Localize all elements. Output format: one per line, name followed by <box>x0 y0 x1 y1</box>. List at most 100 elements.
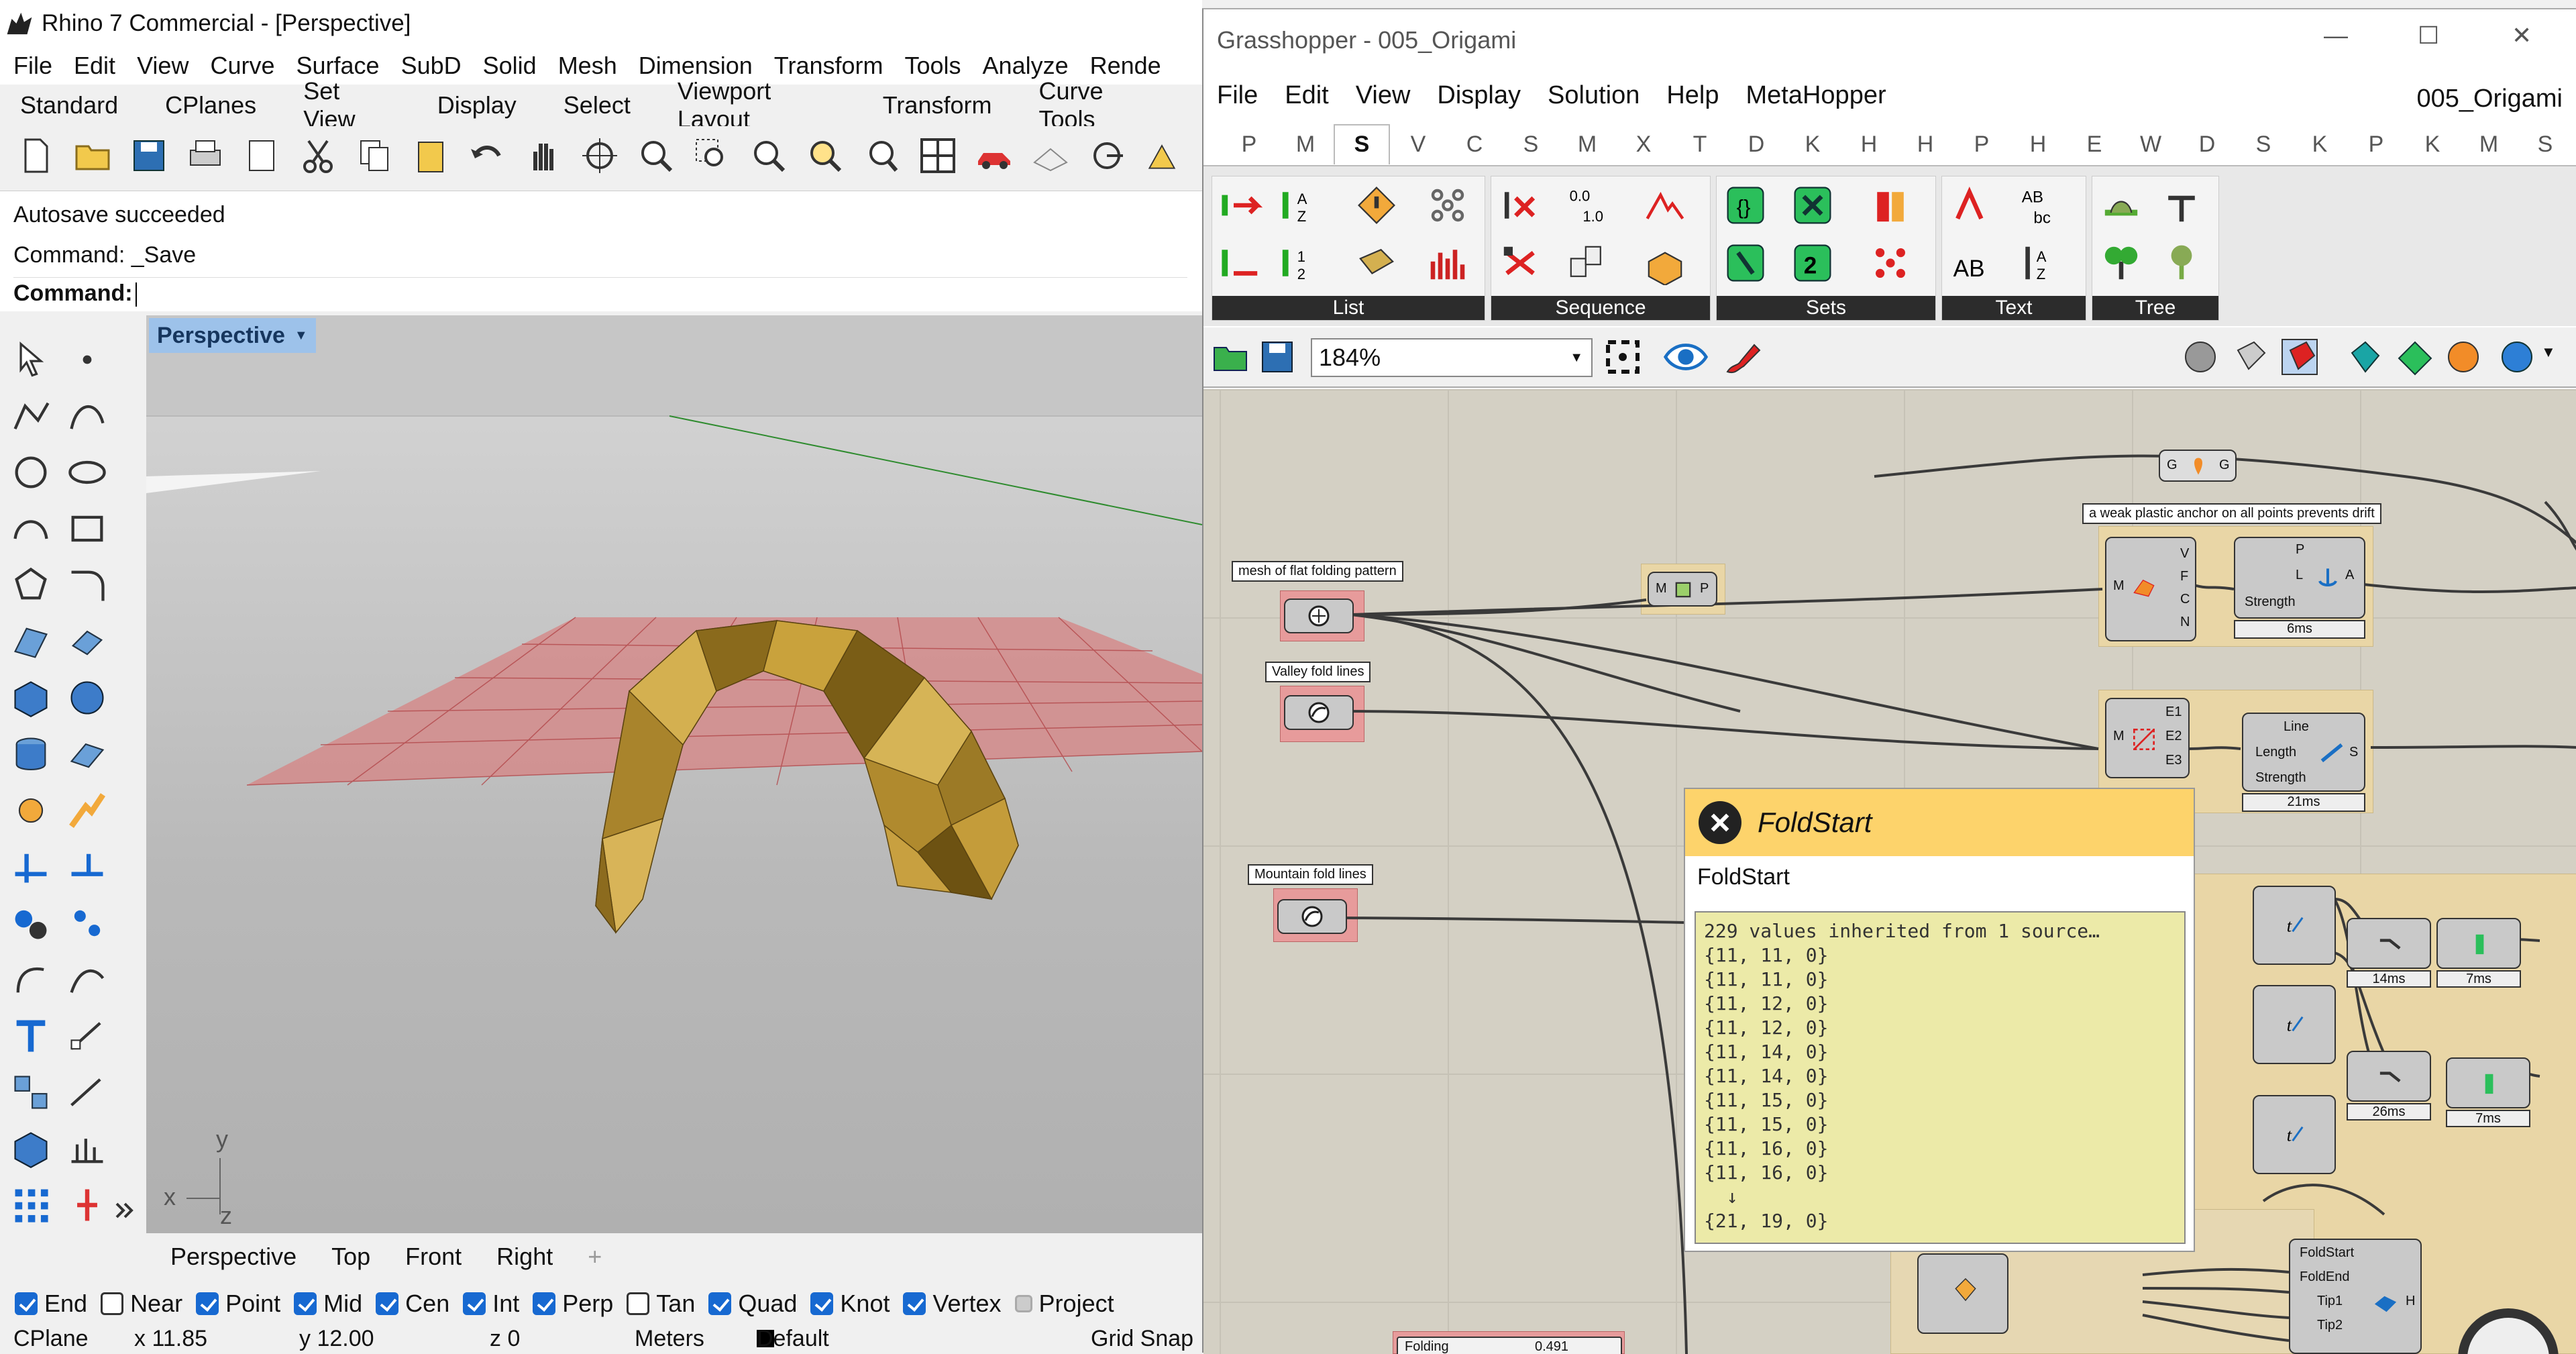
gh-tab[interactable]: S <box>2517 132 2573 158</box>
port-e1[interactable]: E1 <box>2165 705 2182 720</box>
fold-angle-component-2[interactable]: t <box>2253 985 2336 1064</box>
bake-icon[interactable] <box>2344 337 2384 377</box>
osnap-point[interactable]: Point <box>196 1290 280 1318</box>
open-file-icon[interactable] <box>1210 337 1250 377</box>
port-strength[interactable]: Strength <box>2255 770 2306 786</box>
tab-front[interactable]: Front <box>405 1243 462 1271</box>
menu-curve[interactable]: Curve <box>210 52 274 80</box>
point-icon[interactable] <box>66 338 109 381</box>
port-tip2[interactable]: Tip2 <box>2317 1318 2343 1333</box>
dispatch-icon[interactable] <box>1426 183 1470 227</box>
port-e3[interactable]: E3 <box>2165 753 2182 768</box>
curve-icon[interactable] <box>66 395 109 437</box>
sidebar-more-icon[interactable] <box>111 1189 138 1232</box>
polyline-icon[interactable] <box>9 395 52 437</box>
menu-analyze[interactable]: Analyze <box>983 52 1069 80</box>
mesh-input-component[interactable] <box>1917 1253 2008 1334</box>
group-icon[interactable] <box>9 902 52 945</box>
zoom-extents-icon[interactable] <box>749 136 789 176</box>
osnap-int[interactable]: Int <box>463 1290 519 1318</box>
gh-tab[interactable]: D <box>1728 132 1784 158</box>
hinge-goal-1[interactable] <box>2436 918 2521 969</box>
menu-mesh[interactable]: Mesh <box>558 52 617 80</box>
anchor-goal-component[interactable]: P L Strength A <box>2234 537 2365 619</box>
circle-icon[interactable] <box>9 451 52 494</box>
open-folder-icon[interactable] <box>72 136 113 176</box>
osnap-cen[interactable]: Cen <box>376 1290 449 1318</box>
checkbox-int[interactable] <box>463 1292 486 1315</box>
sort-text-icon[interactable]: AZ <box>2016 241 2060 285</box>
rectangle-icon[interactable] <box>66 507 109 550</box>
tab-transform[interactable]: Transform <box>883 91 992 119</box>
tab-standard[interactable]: Standard <box>20 91 118 119</box>
tooltip-close-icon[interactable] <box>1699 801 1741 844</box>
fillet-icon[interactable] <box>66 564 109 607</box>
viewport-menu-chevron-icon[interactable]: ▼ <box>294 328 308 344</box>
osnap-project[interactable]: Project <box>1014 1290 1114 1318</box>
gh-tab-sets-selected[interactable]: S <box>1334 124 1390 164</box>
osnap-tan[interactable]: Tan <box>627 1290 695 1318</box>
hinge-goal-2[interactable] <box>2446 1057 2530 1108</box>
shift-list-icon[interactable] <box>1354 183 1399 227</box>
port-line[interactable]: Line <box>2284 719 2309 735</box>
checkbox-project[interactable] <box>1014 1295 1032 1312</box>
trim-tree-icon[interactable] <box>2159 241 2204 285</box>
sort-list-icon[interactable]: AZ <box>1277 183 1321 227</box>
carthesian-icon[interactable] <box>1868 241 1913 285</box>
text-icon[interactable] <box>9 1014 52 1057</box>
menu-view[interactable]: View <box>137 52 189 80</box>
dot-grid-icon[interactable] <box>9 1184 52 1227</box>
display-sphere-icon[interactable] <box>2497 337 2537 377</box>
save-file-icon[interactable] <box>1257 337 1297 377</box>
select-arrow-icon[interactable] <box>9 338 52 381</box>
status-layer[interactable]: Default <box>757 1326 829 1351</box>
tab-cplanes[interactable]: CPlanes <box>165 91 256 119</box>
menu-file[interactable]: File <box>13 52 52 80</box>
dimension-icon[interactable] <box>66 1014 109 1057</box>
gh-menu-display[interactable]: Display <box>1437 81 1521 110</box>
car-render-icon[interactable] <box>974 136 1014 176</box>
preview-eye-icon[interactable] <box>1662 338 1709 376</box>
folding-solver-component[interactable]: FoldStart FoldEnd Tip1 Tip2 H <box>2289 1239 2422 1354</box>
print-icon[interactable] <box>185 136 225 176</box>
gh-tab[interactable]: P <box>2348 132 2404 158</box>
graft-tree-icon[interactable] <box>2159 183 2204 227</box>
tab-viewport-layout[interactable]: Viewport Layout <box>678 77 836 134</box>
port-p[interactable]: P <box>2296 542 2304 558</box>
cut-icon[interactable] <box>298 136 338 176</box>
checkbox-quad[interactable] <box>708 1292 732 1315</box>
gh-tab[interactable]: T <box>1672 132 1728 158</box>
tab-display[interactable]: Display <box>437 91 517 119</box>
minimize-icon[interactable]: — <box>2324 21 2348 50</box>
polygon-icon[interactable] <box>9 564 52 607</box>
checkbox-near[interactable] <box>101 1292 124 1315</box>
port-m[interactable]: M <box>2113 578 2125 594</box>
gh-tab[interactable]: S <box>1503 132 1559 158</box>
port-m[interactable]: M <box>2113 729 2125 744</box>
zoom-selected-icon[interactable] <box>805 136 845 176</box>
gh-document-name[interactable]: 005_Origami <box>2416 85 2563 113</box>
text-case-icon[interactable]: AB bc <box>2016 183 2060 227</box>
replace-items-icon[interactable] <box>1354 241 1399 285</box>
command-prompt[interactable]: Command: <box>13 277 1187 309</box>
gh-tab[interactable]: H <box>1841 132 1897 158</box>
create-set-icon[interactable]: {} <box>1723 183 1768 227</box>
copy-icon[interactable] <box>354 136 394 176</box>
port-g-out[interactable]: G <box>2219 458 2230 473</box>
list-length-icon[interactable] <box>1219 241 1263 285</box>
range-icon[interactable]: 0.01.0 <box>1565 183 1609 227</box>
reverse-list-icon[interactable]: 12 <box>1277 241 1321 285</box>
gh-menu-edit[interactable]: Edit <box>1285 81 1328 110</box>
cylinder-icon[interactable] <box>9 733 52 776</box>
preview-wireframe-icon[interactable] <box>2180 337 2220 377</box>
preview-selected-icon[interactable] <box>2279 337 2320 377</box>
osnap-mid[interactable]: Mid <box>294 1290 362 1318</box>
goal-merge-component[interactable]: G G <box>2159 450 2237 482</box>
checkbox-perp[interactable] <box>533 1292 556 1315</box>
zoom-window-icon[interactable] <box>692 136 733 176</box>
gh-tab[interactable]: K <box>2404 132 2461 158</box>
gh-menu-metahopper[interactable]: MetaHopper <box>1746 81 1886 110</box>
pan-hand-icon[interactable] <box>523 136 564 176</box>
angle-goal-1[interactable] <box>2347 918 2431 969</box>
four-viewports-icon[interactable] <box>918 136 958 176</box>
